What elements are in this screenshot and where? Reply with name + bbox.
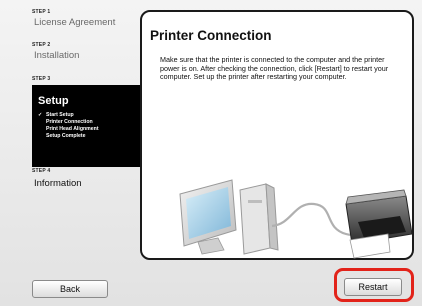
back-button[interactable]: Back — [32, 280, 108, 298]
step-setup-title: Setup — [38, 95, 69, 107]
steps-sidebar: STEP 1 License Agreement STEP 2 Installa… — [6, 8, 140, 262]
installer-window: STEP 1 License Agreement STEP 2 Installa… — [0, 0, 422, 306]
main-panel: Printer Connection Make sure that the pr… — [140, 10, 414, 260]
step-information: Information — [34, 178, 82, 189]
printer-icon — [345, 189, 413, 259]
step-2-tag: STEP 2 — [32, 42, 51, 48]
connection-illustration — [179, 179, 413, 259]
step-4-tag: STEP 4 — [32, 168, 51, 174]
substep-setup-complete: Setup Complete — [46, 133, 86, 139]
checkmark-icon: ✓ — [38, 112, 43, 118]
current-step-setup: Setup ✓ Start Setup Printer Connection Pr… — [32, 85, 140, 167]
restart-highlight-circle — [334, 268, 414, 302]
step-3-tag: STEP 3 — [32, 76, 51, 82]
computer-tower-icon — [239, 183, 279, 255]
monitor-icon — [179, 179, 237, 255]
instruction-text: Make sure that the printer is connected … — [160, 55, 389, 82]
substep-start-setup: ✓ Start Setup — [38, 112, 74, 118]
step-installation: Installation — [34, 50, 80, 61]
substep-print-head-alignment: Print Head Alignment — [46, 126, 99, 132]
step-1-tag: STEP 1 — [32, 9, 51, 15]
page-title: Printer Connection — [150, 28, 272, 43]
substep-printer-connection: Printer Connection — [46, 119, 93, 125]
step-license-agreement: License Agreement — [34, 17, 116, 28]
